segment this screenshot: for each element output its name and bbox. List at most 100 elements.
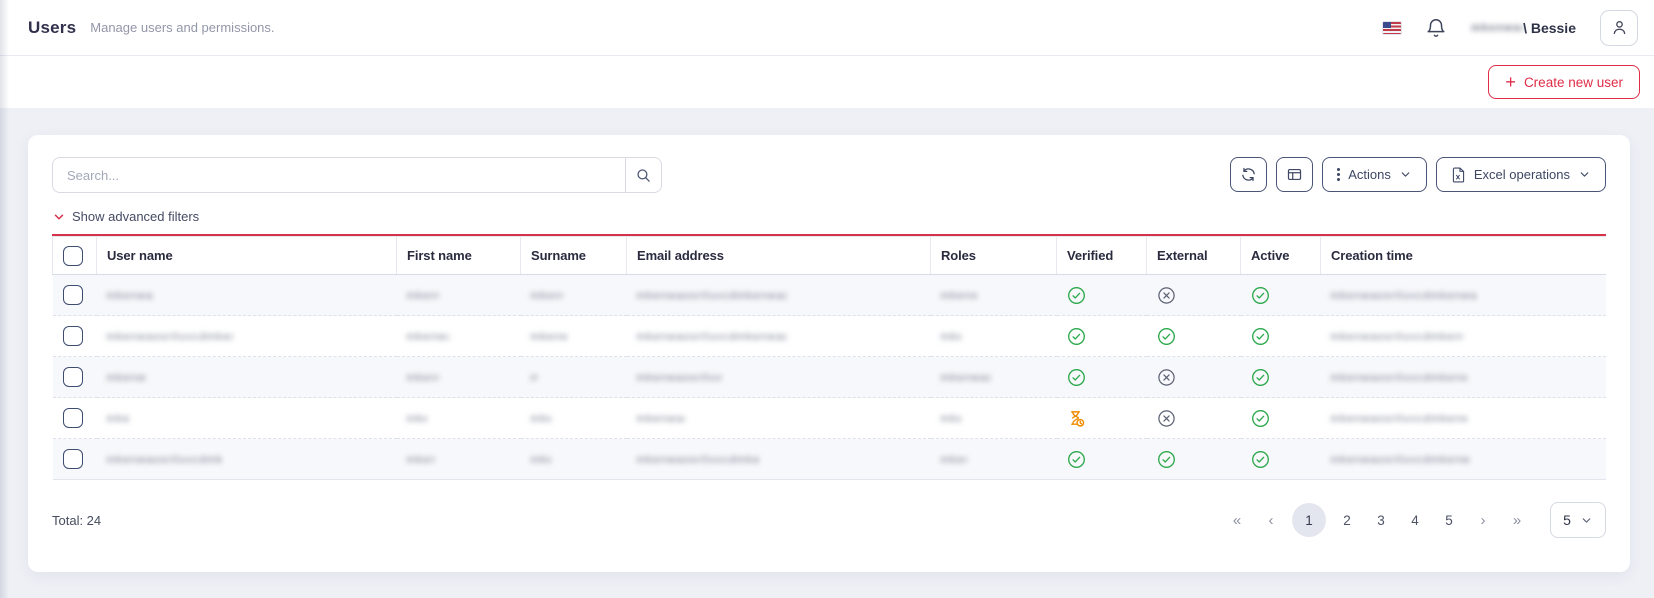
language-flag-icon[interactable] [1383, 22, 1401, 34]
redacted-text: mkenwaosrtluvcdmkenwaosrtluvcdmkenwaosrt… [1331, 413, 1467, 424]
next-page-button[interactable]: › [1470, 503, 1496, 537]
refresh-button[interactable] [1230, 157, 1267, 192]
redacted-text: mkenwaosrtluvcd [531, 413, 551, 424]
user-menu-button[interactable] [1600, 10, 1638, 46]
row-checkbox[interactable] [63, 367, 83, 387]
check-circle-icon [1067, 368, 1086, 387]
topbar-right: mkenwaosrtluvcdmkenwaosrtluvcd \ Bessie [1383, 10, 1638, 46]
select-all-header-cell [53, 237, 97, 275]
column-header: External [1147, 237, 1241, 275]
row-checkbox[interactable] [63, 408, 83, 428]
table-header-row: User nameFirst nameSurnameEmail addressR… [53, 237, 1607, 275]
verified-status-cell [1057, 316, 1147, 357]
page-action-bar: + Create new user [0, 56, 1654, 108]
cross-circle-icon [1157, 368, 1176, 387]
redacted-text: mkenwaosrtluvcdmkenwaosrtluvcdmkenwaosrt… [637, 290, 787, 301]
check-circle-icon [1251, 450, 1270, 469]
row-checkbox[interactable] [63, 285, 83, 305]
cross-circle-icon [1157, 409, 1176, 428]
page-number-1[interactable]: 1 [1292, 503, 1326, 537]
external-status-cell [1147, 275, 1241, 316]
chevron-down-icon [1578, 168, 1591, 181]
row-checkbox[interactable] [63, 326, 83, 346]
columns-icon [1286, 166, 1303, 183]
notifications-bell-icon[interactable] [1425, 17, 1447, 39]
check-circle-icon [1157, 450, 1176, 469]
previous-page-button[interactable]: ‹ [1258, 503, 1284, 537]
redacted-text: mkenwaosrtluvcdmkenwaosrtluvcdmkenwaosrt… [637, 372, 723, 383]
redacted-text: mkenwaosrtluvcdmkenwaosrtluvcd [637, 413, 685, 424]
redacted-text: mkenwaosrtluvcd [407, 454, 435, 465]
check-circle-icon [1251, 286, 1270, 305]
page-number-3[interactable]: 3 [1368, 503, 1394, 537]
pagination: «‹12345›» [1224, 503, 1530, 537]
actions-dropdown[interactable]: Actions [1322, 157, 1427, 192]
check-circle-icon [1251, 368, 1270, 387]
table-row: mkenwaosrtluvcdmkenwaosrtluvcdmkenwaosrt… [53, 275, 1607, 316]
last-page-button[interactable]: » [1504, 503, 1530, 537]
cross-circle-icon [1157, 286, 1176, 305]
page-size-select[interactable]: 5 [1550, 502, 1606, 538]
active-status-cell [1241, 316, 1321, 357]
refresh-icon [1240, 166, 1257, 183]
redacted-text: mkenwaosrtluvcd [941, 331, 961, 342]
table-row: mkenwaosrtluvcdmkenwaosrtluvcdmkenwaosrt… [53, 398, 1607, 439]
external-status-cell [1147, 398, 1241, 439]
redacted-text: mkenwaosrtluvcd [941, 413, 961, 424]
active-status-cell [1241, 398, 1321, 439]
redacted-text: mkenwaosrtluvcd [531, 454, 551, 465]
verified-status-cell [1057, 398, 1147, 439]
table-row: mkenwaosrtluvcdmkenwaosrtluvcdmkenwaosrt… [53, 316, 1607, 357]
users-table: User nameFirst nameSurnameEmail addressR… [52, 236, 1606, 480]
redacted-text: mkenwaosrtluvcdmkenwaosrtluvcd [941, 372, 991, 383]
check-circle-icon [1251, 409, 1270, 428]
page-subtitle: Manage users and permissions. [90, 20, 274, 35]
choose-columns-button[interactable] [1276, 157, 1313, 192]
redacted-text: mkenwaosrtluvcdmkenwaosrtluvcd [107, 290, 153, 301]
excel-operations-dropdown[interactable]: Excel operations [1436, 157, 1606, 192]
redacted-text: mkenwaosrtluvcd [531, 290, 563, 301]
show-advanced-filters-link[interactable]: Show advanced filters [52, 209, 199, 224]
external-status-cell [1147, 316, 1241, 357]
search-group [52, 157, 662, 193]
page-number-2[interactable]: 2 [1334, 503, 1360, 537]
check-circle-icon [1067, 450, 1086, 469]
redacted-text: mkenwaosrtluvcd [941, 454, 967, 465]
redacted-text: mkenwaosrtluvcd [531, 331, 567, 342]
total-count: Total: 24 [52, 513, 101, 528]
column-header: Verified [1057, 237, 1147, 275]
redacted-text: mkenwaosrtluvcd [407, 290, 439, 301]
column-header: Roles [931, 237, 1057, 275]
chevron-down-icon [52, 210, 66, 224]
row-checkbox[interactable] [63, 449, 83, 469]
kebab-icon [1337, 168, 1340, 181]
users-card: Actions Excel operations Show advanced f… [28, 135, 1630, 572]
verified-status-cell [1057, 357, 1147, 398]
check-circle-icon [1251, 327, 1270, 346]
redacted-text: mkenwaosrtluvcd [107, 372, 147, 383]
select-all-checkbox[interactable] [63, 246, 83, 266]
plus-icon: + [1505, 73, 1516, 91]
column-header: First name [397, 237, 521, 275]
check-circle-icon [1067, 327, 1086, 346]
verified-status-cell [1057, 439, 1147, 480]
check-circle-icon [1157, 327, 1176, 346]
first-page-button[interactable]: « [1224, 503, 1250, 537]
column-header: Creation time [1321, 237, 1607, 275]
page-number-4[interactable]: 4 [1402, 503, 1428, 537]
page-number-5[interactable]: 5 [1436, 503, 1462, 537]
create-new-user-button[interactable]: + Create new user [1488, 65, 1640, 99]
chevron-down-icon [1399, 168, 1412, 181]
table-footer: Total: 24 «‹12345›» 5 [52, 502, 1606, 538]
table-controls-row: Actions Excel operations [52, 157, 1606, 193]
redacted-text: mkenwaosrtluvcd [407, 413, 427, 424]
active-status-cell [1241, 439, 1321, 480]
check-circle-icon [1067, 286, 1086, 305]
redacted-text: mkenwaosrtluvcd [407, 372, 439, 383]
content-area: Actions Excel operations Show advanced f… [0, 108, 1654, 572]
page-title: Users [28, 18, 76, 38]
search-button[interactable] [625, 157, 662, 193]
search-input[interactable] [52, 157, 625, 193]
redacted-text: mkenwaosrtluvcdmkenwaosrtluvcdmkenwaosrt… [1331, 331, 1463, 342]
redacted-text: mkenwaosrtluvcdmkenwaosrtluvcdmkenwaosrt… [107, 454, 223, 465]
